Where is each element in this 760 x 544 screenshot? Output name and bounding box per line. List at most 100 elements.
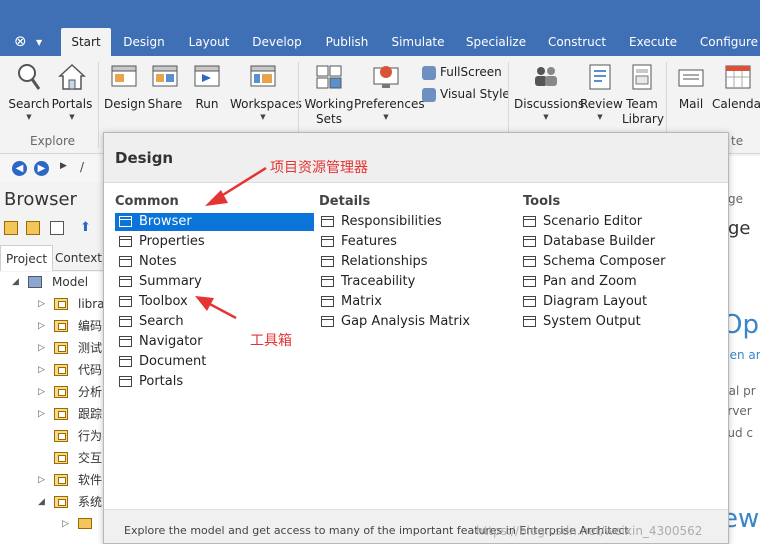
tree-node[interactable]: ▷ 软件: [0, 470, 104, 490]
tree-node[interactable]: ▷: [0, 514, 104, 534]
menu-item-responsibilities[interactable]: Responsibilities: [317, 213, 516, 231]
tab-specialize[interactable]: Specialize: [464, 28, 528, 56]
mail-ribbon-button[interactable]: Mail: [672, 62, 710, 112]
portals-ribbon-button[interactable]: Portals ▼: [50, 62, 94, 122]
menu-item-database-builder[interactable]: Database Builder: [519, 233, 718, 251]
package-icon: [54, 496, 68, 508]
menu-item-diagram-layout[interactable]: Diagram Layout: [519, 293, 718, 311]
chevron-down-icon: ▼: [26, 113, 32, 121]
collapse-arrow-icon[interactable]: ◢: [38, 492, 46, 512]
move-up-icon[interactable]: ⬆: [80, 221, 94, 235]
menu-item-summary[interactable]: Summary: [115, 273, 314, 291]
tab-construct[interactable]: Construct: [544, 28, 610, 56]
tree-node[interactable]: ▷ 跟踪: [0, 404, 104, 424]
tab-execute[interactable]: Execute: [624, 28, 682, 56]
tree-node[interactable]: 行为: [0, 426, 104, 446]
menu-item-document[interactable]: Document: [115, 353, 314, 371]
menu-item-gap-analysis-matrix[interactable]: Gap Analysis Matrix: [317, 313, 516, 331]
window-icon: [321, 316, 334, 327]
discussions-ribbon-button[interactable]: Discussions ▼: [514, 62, 584, 122]
menu-item-scenario-editor[interactable]: Scenario Editor: [519, 213, 718, 231]
tree-node[interactable]: ◢ 系统: [0, 492, 104, 512]
menu-item-features[interactable]: Features: [317, 233, 516, 251]
tree-node[interactable]: ▷ libra: [0, 294, 105, 314]
menu-item-system-output[interactable]: System Output: [519, 313, 718, 331]
window-icon: [119, 216, 132, 227]
tab-design[interactable]: Design: [118, 28, 170, 56]
menu-item-toolbox[interactable]: Toolbox: [115, 293, 314, 311]
tab-layout[interactable]: Layout: [182, 28, 236, 56]
workspace-icon: [250, 65, 276, 87]
tree-node[interactable]: ▷ 代码: [0, 360, 104, 380]
app-logo-icon: ⊗: [14, 32, 27, 50]
menu-item-search[interactable]: Search: [115, 313, 314, 331]
menu-item-relationships[interactable]: Relationships: [317, 253, 516, 271]
ribbon-separator: [98, 62, 99, 148]
diagram-icon[interactable]: [50, 221, 64, 235]
team-library-ribbon-button[interactable]: Team Library: [622, 62, 664, 127]
run-ribbon-button[interactable]: Run: [188, 62, 226, 112]
visual-style-button[interactable]: Visual Style: [422, 87, 510, 102]
expand-arrow-icon[interactable]: ▷: [38, 382, 46, 402]
menu-item-pan-and-zoom[interactable]: Pan and Zoom: [519, 273, 718, 291]
back-arrow-icon[interactable]: ◀: [12, 161, 27, 176]
menu-item-schema-composer[interactable]: Schema Composer: [519, 253, 718, 271]
tab-publish[interactable]: Publish: [318, 28, 376, 56]
forward-arrow-icon[interactable]: ▶: [34, 161, 49, 176]
project-tree: ◢ Model ▷ libra ▷ 编码 ▷ 测试 ▷ 代码 ▷ 分析 ▷ 跟踪 行为 交互 …: [0, 272, 105, 544]
breadcrumb-root[interactable]: /: [80, 160, 84, 174]
expand-arrow-icon[interactable]: ▷: [38, 404, 46, 424]
calendar-ribbon-button[interactable]: Calendar: [712, 62, 760, 112]
preferences-ribbon-button[interactable]: Preferences ▼: [354, 62, 425, 122]
collapse-arrow-icon[interactable]: ◢: [12, 272, 20, 292]
window-icon: [321, 296, 334, 307]
menu-item-browser[interactable]: Browser: [115, 213, 314, 231]
tab-project[interactable]: Project: [0, 245, 54, 271]
review-ribbon-button[interactable]: Review ▼: [580, 62, 623, 122]
tree-node[interactable]: ◢ Model: [0, 272, 104, 292]
tree-node[interactable]: ▷ 分析: [0, 382, 104, 402]
tree-node[interactable]: ▷ 测试: [0, 338, 104, 358]
ribbon-tab-bar: ⊗ ▼ Start Design Layout Develop Publish S…: [0, 0, 760, 56]
partial-text: oud c: [728, 426, 753, 440]
tab-develop[interactable]: Develop: [248, 28, 306, 56]
chevron-down-icon: ▼: [597, 113, 603, 121]
working-sets-ribbon-button[interactable]: Working Sets: [304, 62, 354, 127]
search-ribbon-button[interactable]: Search ▼: [8, 62, 50, 122]
expand-arrow-icon[interactable]: ▷: [38, 360, 46, 380]
expand-arrow-icon[interactable]: ▷: [38, 316, 46, 336]
tab-simulate[interactable]: Simulate: [388, 28, 448, 56]
menu-item-traceability[interactable]: Traceability: [317, 273, 516, 291]
package-icon: [54, 386, 68, 398]
partial-heading: ew: [728, 504, 760, 534]
design-popup: Design Common Details Tools Browser Prop…: [103, 132, 729, 544]
folder-icon[interactable]: [26, 221, 40, 235]
tab-configure[interactable]: Configure: [696, 28, 760, 56]
tab-context[interactable]: Context: [50, 245, 107, 271]
tab-start[interactable]: Start: [61, 28, 111, 56]
menu-item-matrix[interactable]: Matrix: [317, 293, 516, 311]
app-menu-button[interactable]: ⊗ ▼: [14, 32, 44, 50]
menu-item-portals[interactable]: Portals: [115, 373, 314, 391]
expand-arrow-icon[interactable]: ▷: [38, 338, 46, 358]
window-icon: [321, 276, 334, 287]
expand-arrow-icon[interactable]: ▷: [38, 294, 46, 314]
chevron-down-icon: ▼: [543, 113, 549, 121]
tree-node[interactable]: 交互: [0, 448, 104, 468]
window-icon: [321, 216, 334, 227]
menu-item-properties[interactable]: Properties: [115, 233, 314, 251]
fullscreen-button[interactable]: FullScreen: [422, 65, 502, 80]
tree-node[interactable]: ▷ 编码: [0, 316, 104, 336]
breadcrumb-chevron-icon[interactable]: ▶: [60, 161, 67, 171]
menu-item-notes[interactable]: Notes: [115, 253, 314, 271]
expand-arrow-icon[interactable]: ▷: [62, 514, 70, 534]
workspaces-ribbon-button[interactable]: Workspaces ▼: [230, 62, 302, 122]
people-icon: [535, 67, 557, 86]
share-ribbon-button[interactable]: Share: [146, 62, 184, 112]
navigation-bar: ◀ ▶ ▶ /: [0, 156, 108, 182]
explore-group-label: Explore: [30, 134, 76, 148]
design-ribbon-button[interactable]: Design: [104, 62, 145, 112]
expand-arrow-icon[interactable]: ▷: [38, 470, 46, 490]
new-package-icon[interactable]: [4, 221, 18, 235]
window-icon: [523, 236, 536, 247]
